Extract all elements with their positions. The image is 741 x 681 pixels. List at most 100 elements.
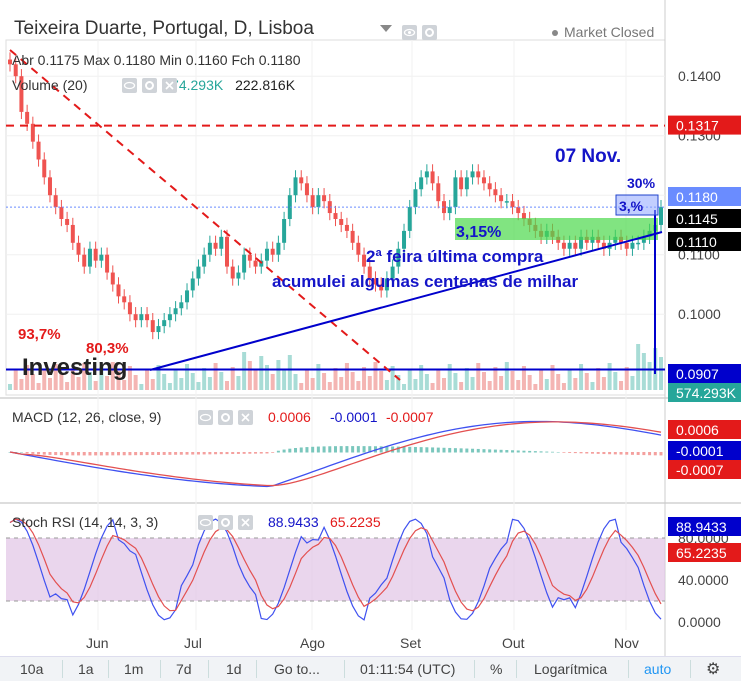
goto-button[interactable]: Go to... — [274, 661, 320, 677]
candle-body — [573, 243, 577, 249]
macd-histogram-bar — [602, 452, 605, 454]
macd-histogram-bar — [220, 452, 223, 454]
x-tick: Nov — [614, 635, 639, 651]
macd-histogram-bar — [500, 450, 503, 453]
candle-body — [299, 177, 303, 183]
chart-title[interactable]: Teixeira Duarte, Portugal, D, Lisboa — [14, 18, 314, 40]
close-icon[interactable] — [238, 515, 253, 530]
volume-bar — [196, 382, 200, 390]
eye-icon[interactable] — [122, 78, 137, 93]
range-10y-button[interactable]: 10a — [20, 661, 43, 677]
candle-body — [408, 207, 412, 231]
macd-histogram-bar — [648, 452, 651, 455]
gear-icon[interactable] — [218, 410, 233, 425]
candle-body — [236, 273, 240, 279]
volume-bar — [151, 379, 155, 390]
candle-body — [71, 225, 75, 243]
macd-histogram-bar — [260, 452, 263, 454]
chevron-down-icon[interactable] — [380, 25, 392, 32]
volume-bar — [590, 382, 594, 390]
macd-histogram-bar — [106, 452, 109, 455]
volume-bar — [568, 369, 572, 390]
volume-bar — [642, 353, 646, 390]
price-chart[interactable]: 07 Nov.30%3,%3,15%2ª feira última compra… — [0, 0, 741, 656]
macd-histogram-bar — [517, 450, 520, 452]
gear-icon[interactable] — [422, 25, 437, 40]
pct-3-label: 3,% — [619, 198, 644, 214]
auto-toggle[interactable]: auto — [644, 661, 671, 677]
macd-histogram-bar — [317, 447, 320, 453]
candle-body — [625, 243, 629, 249]
candle-body — [276, 243, 280, 255]
range-1m-button[interactable]: 1m — [124, 661, 143, 677]
candle-body — [311, 195, 315, 207]
volume-bar — [459, 382, 463, 390]
macd-histogram-bar — [128, 452, 131, 455]
macd-histogram-bar — [340, 446, 343, 452]
eye-icon[interactable] — [402, 25, 417, 40]
macd-histogram-bar — [254, 452, 257, 454]
ohlc-readout: Abr 0.1175 Max 0.1180 Min 0.1160 Fch 0.1… — [12, 52, 300, 68]
macd-histogram-bar — [300, 447, 303, 452]
volume-bar — [488, 381, 492, 390]
candle-body — [334, 213, 338, 219]
volume-bar — [294, 374, 298, 390]
macd-value-3: -0.0007 — [386, 409, 433, 425]
macd-histogram-bar — [288, 449, 291, 453]
watermark-logo: Investing — [22, 354, 127, 381]
macd-histogram-bar — [100, 452, 103, 455]
candle-body — [214, 243, 218, 249]
macd-histogram-bar — [574, 452, 577, 453]
volume-bar — [174, 369, 178, 390]
volume-bar — [162, 374, 166, 390]
macd-histogram-bar — [528, 451, 531, 453]
candle-body — [225, 237, 229, 267]
macd-histogram-bar — [425, 447, 428, 452]
volume-value-2: 222.816K — [235, 77, 295, 93]
macd-histogram-bar — [186, 452, 189, 455]
market-status: Market Closed — [552, 24, 654, 40]
eye-icon[interactable] — [198, 410, 213, 425]
volume-bar — [139, 384, 143, 390]
clock-readout: 01:11:54 (UTC) — [360, 661, 455, 677]
macd-histogram-bar — [111, 452, 114, 455]
macd-histogram-bar — [562, 452, 565, 453]
price-tick: 0.1000 — [678, 306, 721, 322]
volume-bar — [305, 369, 309, 390]
log-toggle[interactable]: Logarítmica — [534, 661, 607, 677]
range-1y-button[interactable]: 1a — [78, 661, 94, 677]
candle-body — [282, 219, 286, 243]
gear-icon[interactable] — [142, 78, 157, 93]
volume-bar — [636, 344, 640, 390]
badge-last-price: 0.1180 — [676, 189, 718, 205]
macd-histogram-bar — [174, 452, 177, 455]
volume-bar — [562, 383, 566, 390]
volume-bar — [208, 377, 212, 390]
macd-histogram-bar — [443, 448, 446, 453]
percent-toggle[interactable]: % — [490, 661, 502, 677]
gear-icon[interactable] — [218, 515, 233, 530]
candle-body — [231, 267, 235, 279]
candle-body — [134, 314, 138, 320]
candle-body — [465, 177, 469, 189]
gear-icon[interactable]: ⚙ — [706, 659, 720, 679]
macd-histogram-bar — [237, 452, 240, 454]
close-icon[interactable] — [238, 410, 253, 425]
stoch-label: Stoch RSI (14, 14, 3, 3) — [12, 514, 158, 530]
x-tick: Out — [502, 635, 525, 651]
macd-histogram-bar — [305, 447, 308, 452]
eye-icon[interactable] — [198, 515, 213, 530]
date-note: 07 Nov. — [555, 146, 621, 167]
macd-histogram-bar — [31, 452, 34, 454]
bottom-toolbar: 10a 1a 1m 7d 1d Go to... 01:11:54 (UTC) … — [0, 656, 741, 681]
volume-bar — [14, 370, 18, 390]
volume-bar — [442, 378, 446, 390]
range-7d-button[interactable]: 7d — [176, 661, 192, 677]
macd-histogram-bar — [345, 446, 348, 452]
stoch-tick: 40.0000 — [678, 572, 729, 588]
close-icon[interactable] — [162, 78, 177, 93]
range-1d-button[interactable]: 1d — [226, 661, 242, 677]
candle-body — [122, 296, 126, 302]
candle-body — [305, 183, 309, 195]
macd-histogram-bar — [203, 452, 206, 454]
